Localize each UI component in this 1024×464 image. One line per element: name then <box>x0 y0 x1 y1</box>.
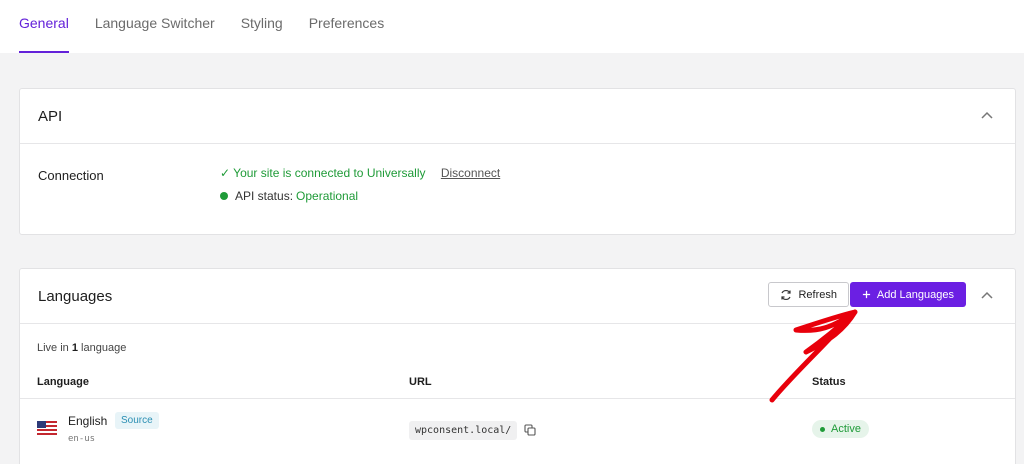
languages-card-title: Languages <box>38 287 113 305</box>
language-url: wpconsent.local/ <box>409 421 518 440</box>
language-code: en-us <box>68 434 96 444</box>
column-status: Status <box>812 376 846 388</box>
refresh-icon <box>781 289 792 300</box>
api-status-value: Operational <box>296 189 359 203</box>
api-status-prefix: API status: <box>235 189 294 203</box>
languages-card: Languages Refresh Add Languages Live in … <box>19 268 1016 464</box>
api-card-title: API <box>38 107 63 125</box>
status-dot-icon <box>220 192 228 200</box>
connection-details: ✓ Your site is connected to Universally … <box>220 166 500 203</box>
add-languages-label: Add Languages <box>876 288 954 301</box>
source-badge: Source <box>115 412 159 429</box>
api-status: API status: Operational <box>220 189 500 203</box>
tab-general[interactable]: General <box>19 15 69 53</box>
languages-table-header: Language URL Status <box>20 369 1015 399</box>
column-language: Language <box>37 376 89 388</box>
tab-preferences[interactable]: Preferences <box>309 15 384 53</box>
add-languages-button[interactable]: Add Languages <box>849 282 966 307</box>
status-badge: Active <box>812 420 869 438</box>
connected-message: ✓ Your site is connected to Universally <box>220 166 426 180</box>
plus-icon <box>862 290 871 299</box>
live-count: 1 <box>71 342 78 354</box>
refresh-button[interactable]: Refresh <box>768 282 849 307</box>
active-dot-icon <box>820 426 825 432</box>
status-label: Active <box>831 423 861 435</box>
disconnect-link[interactable]: Disconnect <box>441 166 500 180</box>
us-flag-icon <box>37 421 57 435</box>
api-card: API Connection ✓ Your site is connected … <box>19 88 1016 235</box>
copy-icon[interactable] <box>524 424 536 436</box>
tab-language-switcher[interactable]: Language Switcher <box>95 15 215 53</box>
live-count-text: Live in 1 language <box>37 342 127 354</box>
api-card-header[interactable]: API <box>20 89 1015 144</box>
column-url: URL <box>409 376 432 388</box>
refresh-label: Refresh <box>798 288 837 301</box>
settings-tabs: General Language Switcher Styling Prefer… <box>0 0 1024 53</box>
chevron-up-icon[interactable] <box>981 110 993 122</box>
tab-styling[interactable]: Styling <box>241 15 283 53</box>
connection-label: Connection <box>38 168 104 183</box>
languages-card-header: Languages Refresh Add Languages <box>20 269 1015 324</box>
chevron-up-icon[interactable] <box>981 290 993 302</box>
table-row: English Source en-us wpconsent.local/ Ac… <box>20 400 1015 460</box>
language-name: English <box>68 414 108 428</box>
